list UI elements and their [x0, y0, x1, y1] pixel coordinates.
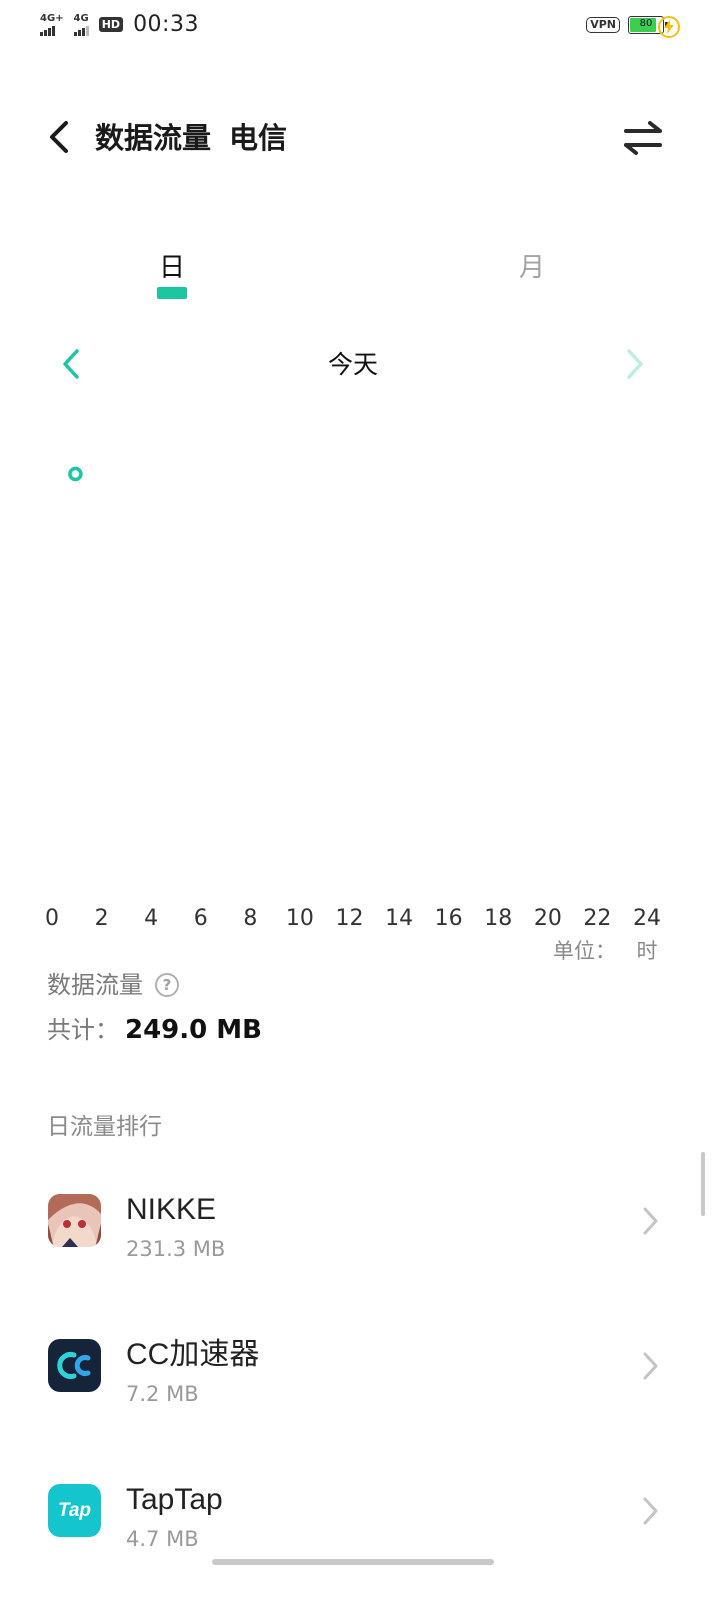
- x-tick-label: 16: [435, 906, 463, 931]
- back-arrow-icon[interactable]: [44, 120, 74, 154]
- x-tick-label: 6: [194, 906, 208, 931]
- x-tick-label: 22: [583, 906, 611, 931]
- chart-unit-label: 单位：: [553, 939, 616, 963]
- app-usage: 231.3 MB: [126, 1237, 226, 1261]
- x-tick-label: 20: [534, 906, 562, 931]
- x-tick-label: 4: [144, 906, 158, 931]
- chevron-right-icon: [640, 1494, 662, 1528]
- hd-voice-badge: HD: [98, 17, 124, 32]
- sim2-signal-icon: 4G: [73, 12, 89, 36]
- x-tick-label: 0: [45, 906, 59, 931]
- summary-section: 数据流量 ?: [47, 968, 179, 1002]
- total-label: 共计：: [47, 1016, 119, 1044]
- cc-accelerator-app-icon: [48, 1339, 101, 1392]
- x-tick-label: 12: [336, 906, 364, 931]
- usage-chart: 0 2 4 6 8 10 12 14 16 18 20 22 24单位：时: [45, 466, 661, 963]
- taptap-app-icon: Tap: [48, 1484, 101, 1537]
- app-name: CC加速器: [126, 1338, 260, 1371]
- list-item-taptap[interactable]: Tap TapTap 4.7 MB: [0, 1480, 720, 1600]
- list-item-cc-accelerator[interactable]: CC加速器 7.2 MB: [0, 1335, 720, 1455]
- x-tick-label: 2: [95, 906, 109, 931]
- page-title-text: 数据流量: [95, 121, 212, 155]
- switch-sim-icon[interactable]: [622, 120, 664, 156]
- total-value: 249.0 MB: [125, 1015, 262, 1045]
- taptap-icon-text: Tap: [57, 1499, 92, 1521]
- x-tick-label: 18: [484, 906, 512, 931]
- app-header: 数据流量 电信: [0, 108, 720, 168]
- ranking-title: 日流量排行: [47, 1114, 162, 1140]
- chevron-left-icon[interactable]: [58, 346, 84, 382]
- app-name: NIKKE: [126, 1193, 217, 1226]
- nikke-app-icon: [48, 1194, 101, 1247]
- summary-title: 数据流量: [47, 971, 143, 999]
- scrollbar[interactable]: [701, 1152, 705, 1216]
- list-item-nikke[interactable]: NIKKE 231.3 MB: [0, 1190, 720, 1310]
- page-title: 数据流量 电信: [95, 120, 287, 156]
- charging-bolt-icon: [658, 16, 680, 38]
- date-label: 今天: [327, 350, 378, 379]
- sim1-network-type: 4G+: [40, 12, 64, 24]
- data-point: [68, 466, 83, 482]
- x-tick-label: 24: [633, 906, 661, 931]
- status-bar: 4G+ 4G HD 00:33 VPN 80: [0, 0, 720, 56]
- vpn-badge: VPN: [586, 17, 620, 33]
- chevron-right-icon: [640, 1204, 662, 1238]
- x-tick-label: 8: [243, 906, 257, 931]
- home-indicator[interactable]: [212, 1559, 494, 1565]
- chevron-right-icon[interactable]: [622, 346, 648, 382]
- carrier-name: 电信: [229, 121, 288, 155]
- chevron-right-icon: [640, 1349, 662, 1383]
- app-usage: 7.2 MB: [126, 1382, 199, 1406]
- status-time: 00:33: [133, 12, 199, 37]
- help-icon[interactable]: ?: [155, 973, 179, 997]
- chart-unit-value: 时: [637, 939, 658, 963]
- app-name: TapTap: [126, 1483, 223, 1516]
- sim1-signal-icon: 4G+: [40, 12, 64, 36]
- tab-day[interactable]: 日: [142, 250, 202, 286]
- x-tick-label: 10: [286, 906, 314, 931]
- tab-active-indicator: [157, 287, 187, 299]
- sim2-network-type: 4G: [73, 12, 89, 24]
- x-tick-label: 14: [385, 906, 413, 931]
- app-usage: 4.7 MB: [126, 1527, 199, 1551]
- tab-month[interactable]: 月: [502, 250, 562, 286]
- total-usage-row: 共计： 249.0 MB: [47, 1012, 262, 1051]
